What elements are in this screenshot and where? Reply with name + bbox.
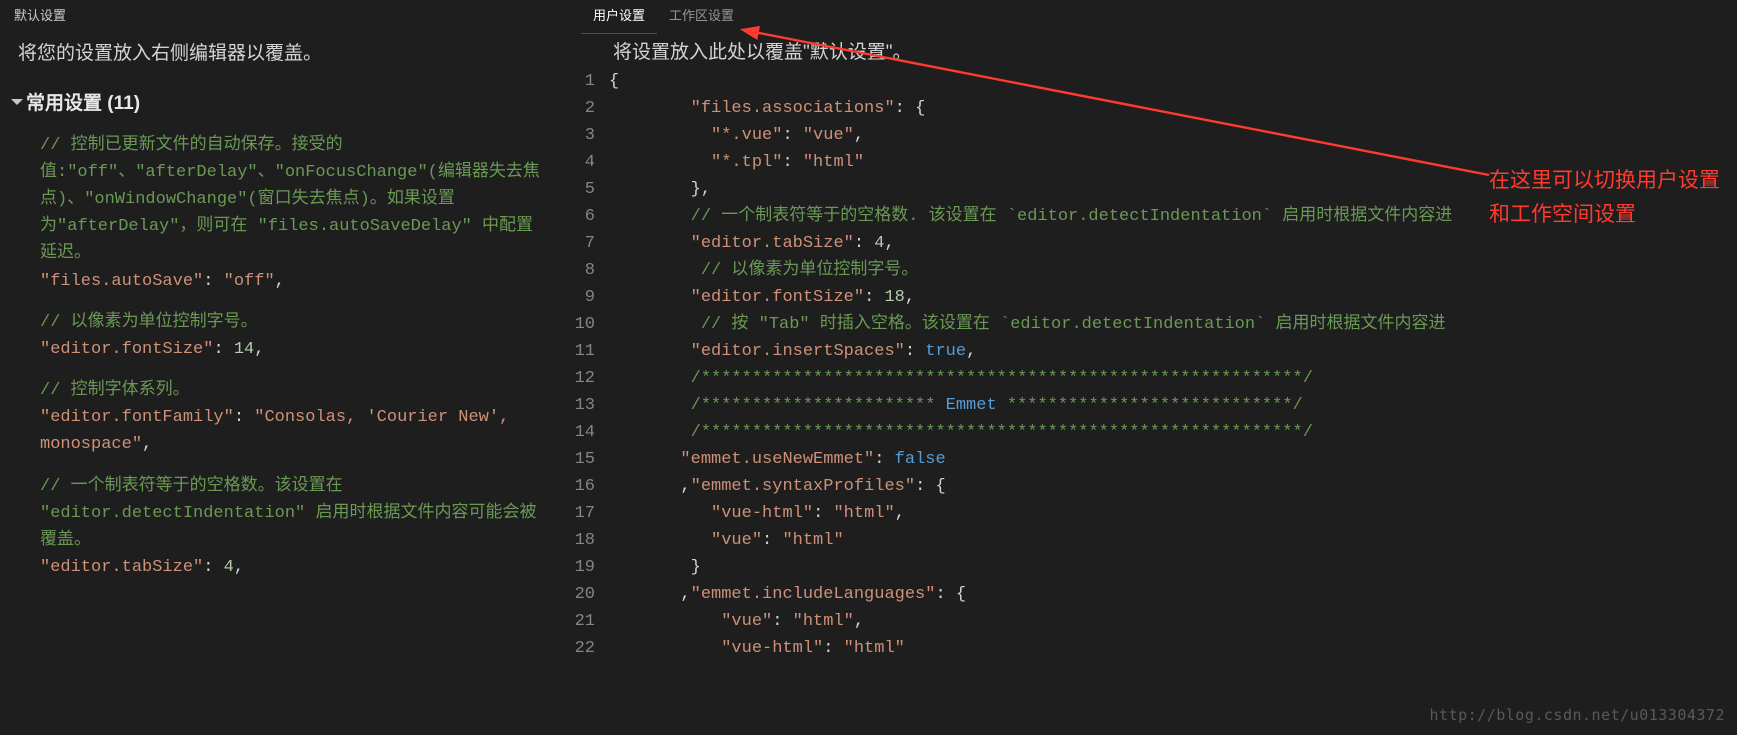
code-line[interactable]: "*.vue": "vue", [609, 122, 1737, 149]
code-line[interactable]: }, [609, 176, 1737, 203]
setting-comment: // 以像素为单位控制字号。 [40, 309, 543, 336]
code-line[interactable]: { [609, 68, 1737, 95]
setting-comment: // 控制已更新文件的自动保存。接受的值:"off"、"afterDelay"、… [40, 132, 543, 268]
code-line[interactable]: "vue-html": "html", [609, 500, 1737, 527]
code-area[interactable]: { "files.associations": { "*.vue": "vue"… [609, 68, 1737, 735]
panel-title: 默认设置 [0, 0, 569, 33]
code-line[interactable]: "editor.fontSize": 18, [609, 284, 1737, 311]
code-line[interactable]: ,"emmet.includeLanguages": { [609, 581, 1737, 608]
code-line[interactable]: "editor.insertSpaces": true, [609, 338, 1737, 365]
line-number: 4 [569, 149, 609, 176]
line-number: 19 [569, 554, 609, 581]
setting-entry[interactable]: "editor.fontSize": 14, [40, 336, 543, 363]
line-number: 17 [569, 500, 609, 527]
section-label: 常用设置 (11) [26, 93, 140, 114]
line-number: 7 [569, 230, 609, 257]
code-line[interactable]: "emmet.useNewEmmet": false [609, 446, 1737, 473]
code-line[interactable]: // 以像素为单位控制字号。 [609, 257, 1737, 284]
user-settings-panel: 用户设置 工作区设置 将设置放入此处以覆盖"默认设置"。 12345678910… [569, 0, 1737, 735]
code-line[interactable]: "vue-html": "html" [609, 635, 1737, 662]
setting-entry[interactable]: "editor.fontFamily": "Consolas, 'Courier… [40, 404, 543, 458]
line-number: 9 [569, 284, 609, 311]
setting-entry[interactable]: "editor.tabSize": 4, [40, 554, 543, 581]
settings-split-view: 默认设置 将您的设置放入右侧编辑器以覆盖。 常用设置 (11) // 控制已更新… [0, 0, 1737, 735]
code-line[interactable]: } [609, 554, 1737, 581]
line-number: 3 [569, 122, 609, 149]
line-number: 6 [569, 203, 609, 230]
line-number: 5 [569, 176, 609, 203]
line-number: 10 [569, 311, 609, 338]
setting-comment: // 控制字体系列。 [40, 377, 543, 404]
common-settings-header[interactable]: 常用设置 (11) [0, 87, 569, 131]
settings-editor[interactable]: 12345678910111213141516171819202122 { "f… [569, 68, 1737, 735]
line-number-gutter: 12345678910111213141516171819202122 [569, 68, 609, 735]
code-line[interactable]: "editor.tabSize": 4, [609, 230, 1737, 257]
default-settings-hint: 将您的设置放入右侧编辑器以覆盖。 [0, 33, 569, 87]
user-settings-hint: 将设置放入此处以覆盖"默认设置"。 [569, 34, 1737, 68]
line-number: 12 [569, 365, 609, 392]
line-number: 22 [569, 635, 609, 662]
line-number: 14 [569, 419, 609, 446]
code-line[interactable]: "vue": "html", [609, 608, 1737, 635]
line-number: 8 [569, 257, 609, 284]
setting-comment: // 一个制表符等于的空格数。该设置在 "editor.detectIndent… [40, 473, 543, 555]
code-line[interactable]: "vue": "html" [609, 527, 1737, 554]
line-number: 13 [569, 392, 609, 419]
code-line[interactable]: /***************************************… [609, 419, 1737, 446]
line-number: 18 [569, 527, 609, 554]
tab-workspace-settings[interactable]: 工作区设置 [657, 0, 746, 34]
code-line[interactable]: /*********************** Emmet *********… [609, 392, 1737, 419]
line-number: 15 [569, 446, 609, 473]
tab-user-settings[interactable]: 用户设置 [581, 0, 657, 34]
chevron-down-icon [11, 99, 23, 105]
code-line[interactable]: // 一个制表符等于的空格数. 该设置在 `editor.detectInden… [609, 203, 1737, 230]
code-line[interactable]: "*.tpl": "html" [609, 149, 1737, 176]
line-number: 1 [569, 68, 609, 95]
code-line[interactable]: /***************************************… [609, 365, 1737, 392]
line-number: 20 [569, 581, 609, 608]
default-settings-panel: 默认设置 将您的设置放入右侧编辑器以覆盖。 常用设置 (11) // 控制已更新… [0, 0, 569, 735]
line-number: 2 [569, 95, 609, 122]
setting-entry[interactable]: "files.autoSave": "off", [40, 268, 543, 295]
code-line[interactable]: ,"emmet.syntaxProfiles": { [609, 473, 1737, 500]
line-number: 21 [569, 608, 609, 635]
line-number: 11 [569, 338, 609, 365]
code-line[interactable]: "files.associations": { [609, 95, 1737, 122]
line-number: 16 [569, 473, 609, 500]
settings-tabs: 用户设置 工作区设置 [569, 0, 1737, 34]
default-settings-body[interactable]: // 控制已更新文件的自动保存。接受的值:"off"、"afterDelay"、… [0, 132, 569, 735]
code-line[interactable]: // 按 "Tab" 时插入空格。该设置在 `editor.detectInde… [609, 311, 1737, 338]
